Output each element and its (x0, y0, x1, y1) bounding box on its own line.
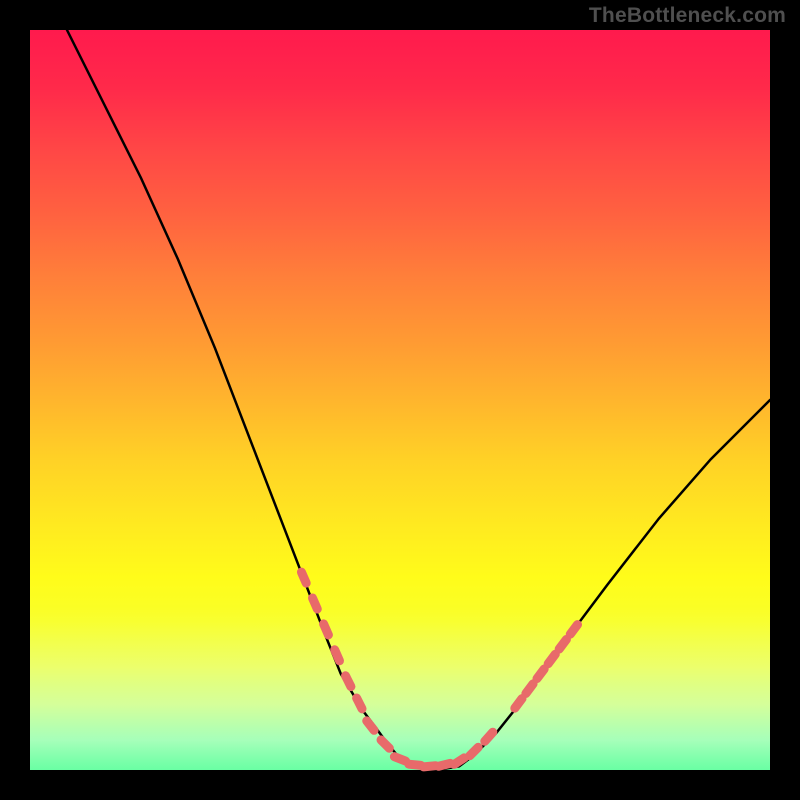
marker-dash (357, 698, 362, 709)
marker-dash (470, 747, 478, 755)
marker-dash (367, 721, 374, 730)
marker-dash (335, 650, 340, 661)
marker-dash (485, 732, 493, 741)
marker-dash (570, 625, 577, 635)
marker-dash (548, 654, 555, 664)
marker-dash (346, 676, 351, 687)
bottleneck-chart (30, 30, 770, 770)
marker-dash (313, 598, 318, 609)
marker-dash (559, 639, 566, 649)
highlighted-markers (301, 572, 577, 767)
marker-dash (454, 758, 464, 765)
marker-dash (526, 684, 533, 694)
marker-dash (409, 764, 421, 765)
attribution-label: TheBottleneck.com (589, 4, 786, 28)
marker-dash (424, 766, 436, 767)
marker-dash (439, 763, 451, 766)
marker-dash (537, 669, 544, 679)
marker-dash (324, 624, 329, 635)
marker-dash (515, 699, 522, 709)
bottleneck-curve-line (67, 30, 770, 770)
marker-dash (301, 572, 306, 583)
marker-dash (381, 740, 389, 748)
marker-dash (394, 757, 405, 761)
